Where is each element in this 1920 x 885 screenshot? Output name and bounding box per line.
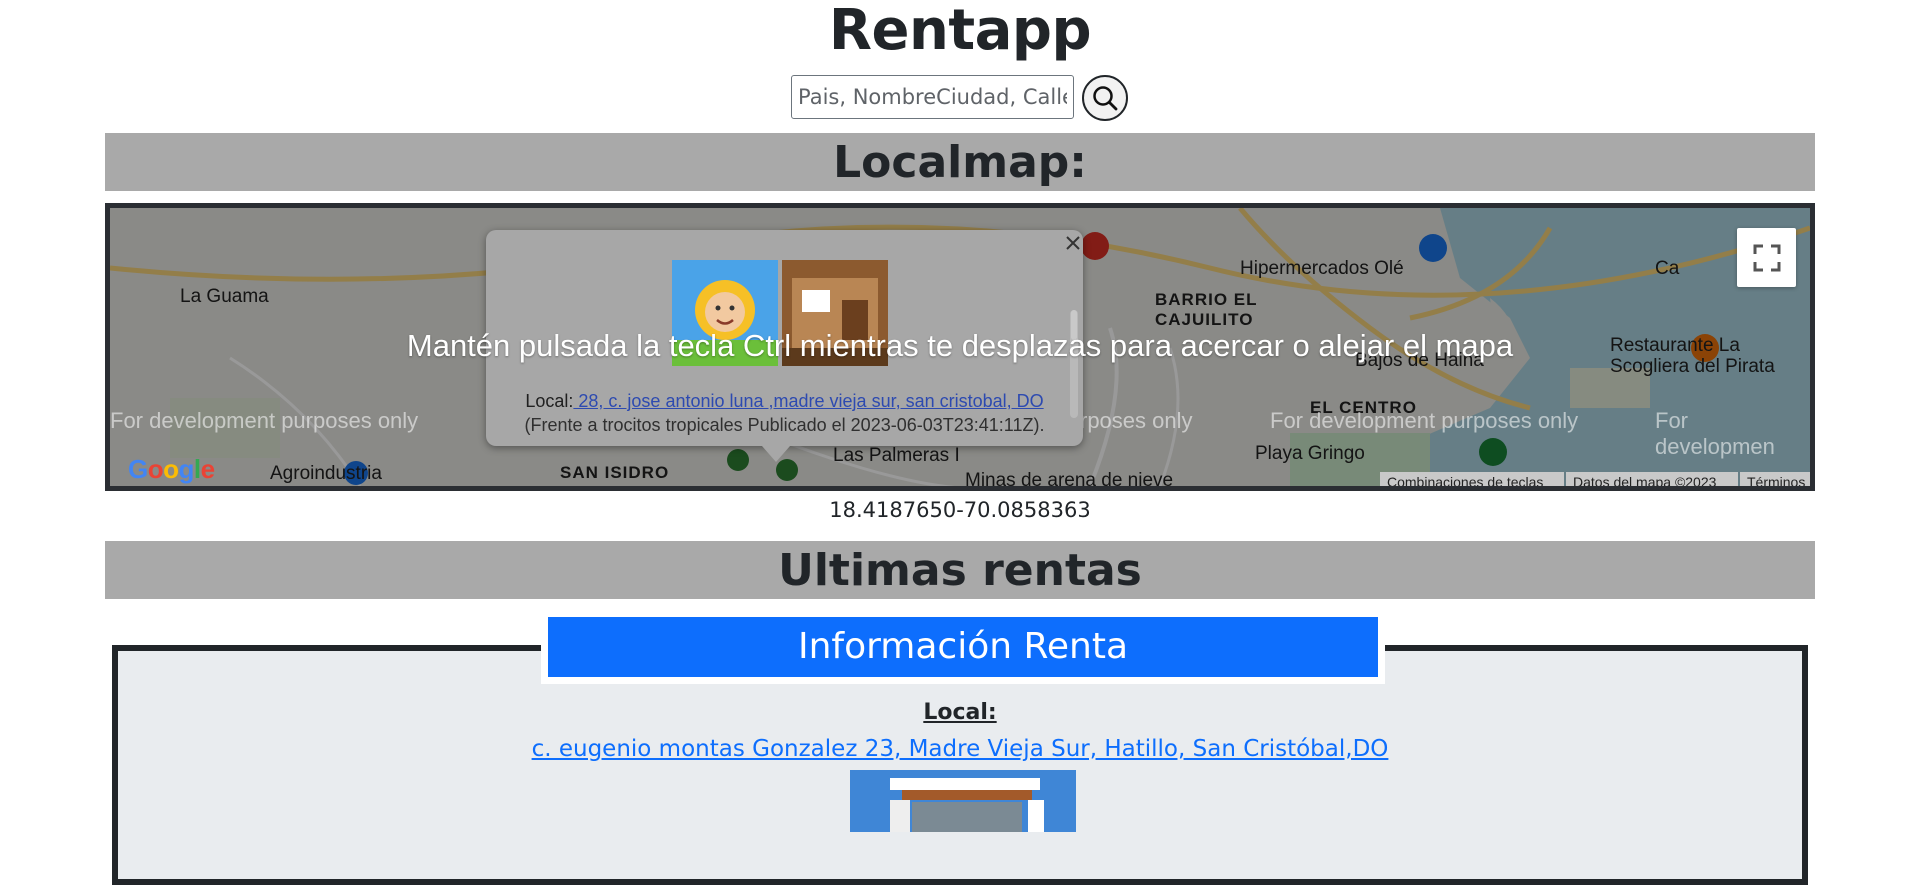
fullscreen-icon [1753,244,1780,271]
coordinates-readout: 18.4187650-70.0858363 [829,498,1091,522]
keyboard-shortcuts-link[interactable]: Combinaciones de teclas [1380,472,1564,486]
dev-watermark: For development purposes only [110,408,419,433]
dev-watermark: rposes only [1080,408,1193,433]
terms-link[interactable]: Términos [1740,472,1810,486]
popup-local-line: Local: 28, c. jose antonio luna ,madre v… [486,391,1083,412]
latest-rents-heading: Ultimas rentas [105,541,1815,599]
google-logo: Google [128,454,215,484]
rent-local-label: Local: [923,700,997,725]
close-icon[interactable] [1064,234,1082,252]
scroll-hint: Mantén pulsada la tecla Ctrl mientras te… [406,328,1514,363]
localmap-heading: Localmap: [105,133,1815,191]
popup-local-label: Local: [525,391,574,411]
app-title: Rentapp [828,0,1092,63]
search-bar [0,75,1920,123]
dev-watermark: For development purposes only [1270,408,1579,433]
rent-photo [850,770,1076,832]
search-icon [1093,86,1118,111]
search-input[interactable] [791,75,1074,119]
search-button[interactable] [1082,75,1128,121]
local-map[interactable]: La Guama BARRIO EL CAJUILITO Hipermercad… [105,203,1815,491]
popup-tail [762,446,790,462]
rent-card-header: Información Renta [548,617,1378,677]
dev-watermark: For developmen [1655,408,1775,459]
map-data-attribution: Datos del mapa ©2023 [1566,472,1738,486]
fullscreen-button[interactable] [1737,228,1796,287]
popup-description: (Frente a trocitos tropicales Publicado … [524,415,1045,435]
popup-local-link[interactable]: 28, c. jose antonio luna ,madre vieja su… [573,391,1043,411]
rent-address-link[interactable]: c. eugenio montas Gonzalez 23, Madre Vie… [0,736,1920,762]
